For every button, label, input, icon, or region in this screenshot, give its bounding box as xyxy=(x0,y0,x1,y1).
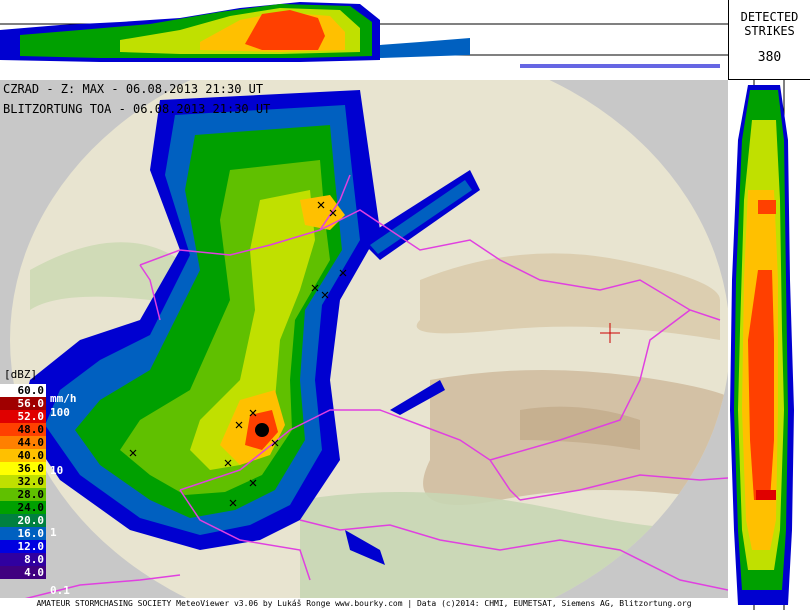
detected-strikes-count: 380 xyxy=(757,50,782,65)
legend-level: 60.0 xyxy=(0,384,46,397)
radar-map-svg xyxy=(10,80,728,598)
legend-level: 40.0 xyxy=(0,449,46,462)
legend-level: 24.0 xyxy=(0,501,46,514)
legend-rate-unit: mm/h xyxy=(50,392,77,405)
detected-strikes-label: DETECTED STRIKES xyxy=(740,10,799,38)
legend-level: 12.0 xyxy=(0,540,46,553)
side-projection-svg xyxy=(730,80,794,610)
top-projection-strip xyxy=(0,0,728,80)
legend-rate-1: 1 xyxy=(50,526,57,539)
top-projection-svg xyxy=(0,2,728,68)
legend-rate-0-1: 0.1 xyxy=(50,584,70,597)
legend-level: 32.0 xyxy=(0,475,46,488)
legend-rate-10: 10 xyxy=(50,464,64,477)
side-projection-strip xyxy=(728,80,810,610)
legend-level: 20.0 xyxy=(0,514,46,527)
footer-credits: AMATEUR STORMCHASING SOCIETY MeteoViewer… xyxy=(0,598,728,610)
legend-level: 28.0 xyxy=(0,488,46,501)
legend-level: 16.0 xyxy=(0,527,46,540)
legend-level: 36.0 xyxy=(0,462,46,475)
header-line-radar: CZRAD - Z: MAX - 06.08.2013 21:30 UT xyxy=(3,82,264,96)
detected-strikes-panel: DETECTED STRIKES 380 xyxy=(728,0,810,80)
legend-unit: [dBZ] xyxy=(4,368,38,381)
legend-level: 56.0 xyxy=(0,397,46,410)
dbz-legend: [dBZ] 60.0 56.0 52.0 48.0 44.0 40.0 36.0 32.0 28… xyxy=(0,368,80,598)
legend-rate-100: 100 xyxy=(50,406,70,419)
legend-level: 48.0 xyxy=(0,423,46,436)
legend-level: 8.0 xyxy=(0,553,46,566)
radar-map[interactable]: CZRAD - Z: MAX - 06.08.2013 21:30 UT BLI… xyxy=(0,80,728,598)
legend-level: 44.0 xyxy=(0,436,46,449)
header-line-lightning: BLITZORTUNG TOA - 06.08.2013 21:30 UT xyxy=(3,102,271,116)
legend-level: 4.0 xyxy=(0,566,46,579)
legend-level: 52.0 xyxy=(0,410,46,423)
